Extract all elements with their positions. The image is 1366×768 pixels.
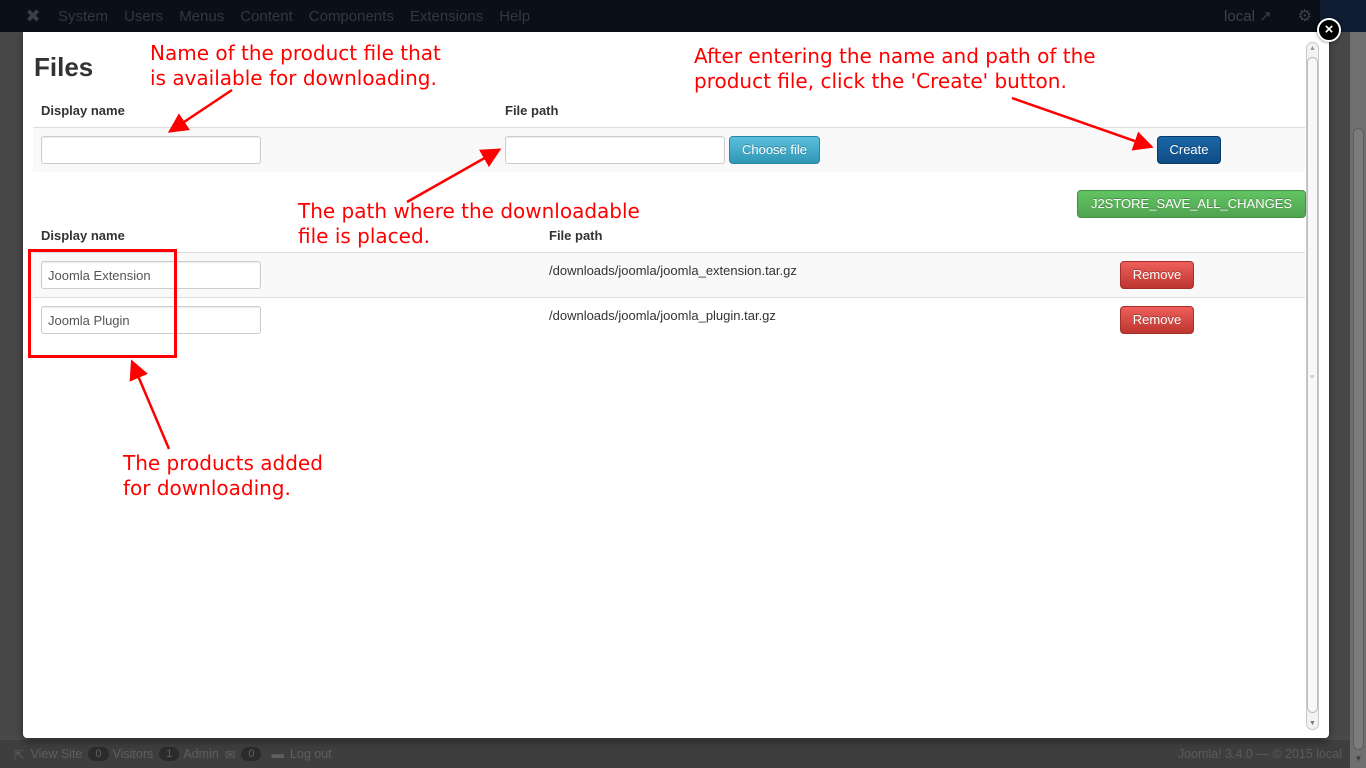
menu-system[interactable]: System [58,8,108,25]
visitors-status: 0 Visitors [88,747,153,761]
menu-components[interactable]: Components [309,8,394,25]
scroll-down-arrow-icon[interactable]: ▼ [1353,754,1364,766]
admin-status: 1 Admin [159,747,219,761]
row-file-path: /downloads/joomla/joomla_extension.tar.g… [549,263,797,278]
visitors-label: Visitors [112,747,154,761]
modal-scrollbar-thumb[interactable]: ≡ [1307,57,1318,713]
annotation-display-name: Name of the product file that is availab… [150,41,441,91]
messages-status[interactable]: ✉ 0 [225,747,266,762]
close-icon[interactable]: × [1317,18,1341,42]
menu-help[interactable]: Help [499,8,530,25]
create-file-path-header: File path [505,103,559,118]
annotation-line: for downloading. [123,476,291,500]
minus-icon: ▬ [271,747,284,761]
page-scrollbar-thumb[interactable] [1353,128,1364,750]
logout-link[interactable]: ▬ Log out [271,747,331,761]
annotation-line: The path where the downloadable [298,199,640,223]
view-site-link[interactable]: ⇱ View Site [14,747,82,762]
messages-count-badge: 0 [241,747,262,761]
annotation-line: product file, click the 'Create' button. [694,69,1067,93]
annotation-file-path: The path where the downloadable file is … [298,199,640,249]
create-button[interactable]: Create [1157,136,1221,164]
display-name-input[interactable] [41,136,261,164]
external-link-icon: ↗ [1259,8,1272,25]
joomla-logo-icon[interactable]: ✖ [22,5,44,27]
table-row-divider [33,297,1305,298]
row-file-path: /downloads/joomla/joomla_plugin.tar.gz [549,308,776,323]
annotation-line: The products added [123,451,323,475]
annotation-line: is available for downloading. [150,66,437,90]
remove-button[interactable]: Remove [1120,261,1194,289]
create-display-name-header: Display name [41,103,125,118]
logout-label: Log out [289,747,332,761]
site-link-label: local [1224,8,1255,25]
view-site-label: View Site [30,747,83,761]
annotation-line: Name of the product file that [150,41,441,65]
admin-status-bar: ⇱ View Site 0 Visitors 1 Admin ✉ 0 ▬ Log… [0,740,1350,768]
annotation-line: file is placed. [298,224,431,248]
admin-top-navbar: ✖ System Users Menus Content Components … [0,0,1366,32]
save-all-changes-button[interactable]: J2STORE_SAVE_ALL_CHANGES [1077,190,1306,218]
table-header-display-name: Display name [41,228,125,243]
grip-icon: ≡ [1310,374,1315,381]
visitors-count-badge: 0 [88,747,109,761]
scroll-down-arrow-icon[interactable]: ▼ [1307,720,1318,727]
products-highlight-box [28,249,177,358]
annotation-products: The products added for downloading. [123,451,323,501]
envelope-icon: ✉ [224,747,236,762]
gear-icon[interactable]: ⚙ [1298,6,1312,26]
scroll-up-arrow-icon[interactable]: ▲ [1307,45,1318,52]
footer-copyright: Joomla! 3.4.0 — © 2015 local [1177,747,1342,761]
menu-extensions[interactable]: Extensions [410,8,483,25]
page-title: Files [34,52,94,82]
share-icon: ⇱ [14,747,25,762]
admin-label: Admin [183,747,219,761]
remove-button[interactable]: Remove [1120,306,1194,334]
modal-scrollbar[interactable]: ▲ ≡ ▼ [1306,42,1319,730]
choose-file-button[interactable]: Choose file [729,136,820,164]
page-scrollbar[interactable]: ▼ [1350,32,1366,768]
files-modal: Files Display name File path Choose file… [23,32,1329,738]
admin-count-badge: 1 [159,747,180,761]
menu-content[interactable]: Content [240,8,293,25]
annotation-create: After entering the name and path of the … [694,44,1096,94]
file-path-input[interactable] [505,136,725,164]
annotation-line: After entering the name and path of the [694,44,1096,68]
menu-users[interactable]: Users [124,8,163,25]
site-link[interactable]: local ↗ [1224,7,1272,25]
menu-menus[interactable]: Menus [179,8,224,25]
